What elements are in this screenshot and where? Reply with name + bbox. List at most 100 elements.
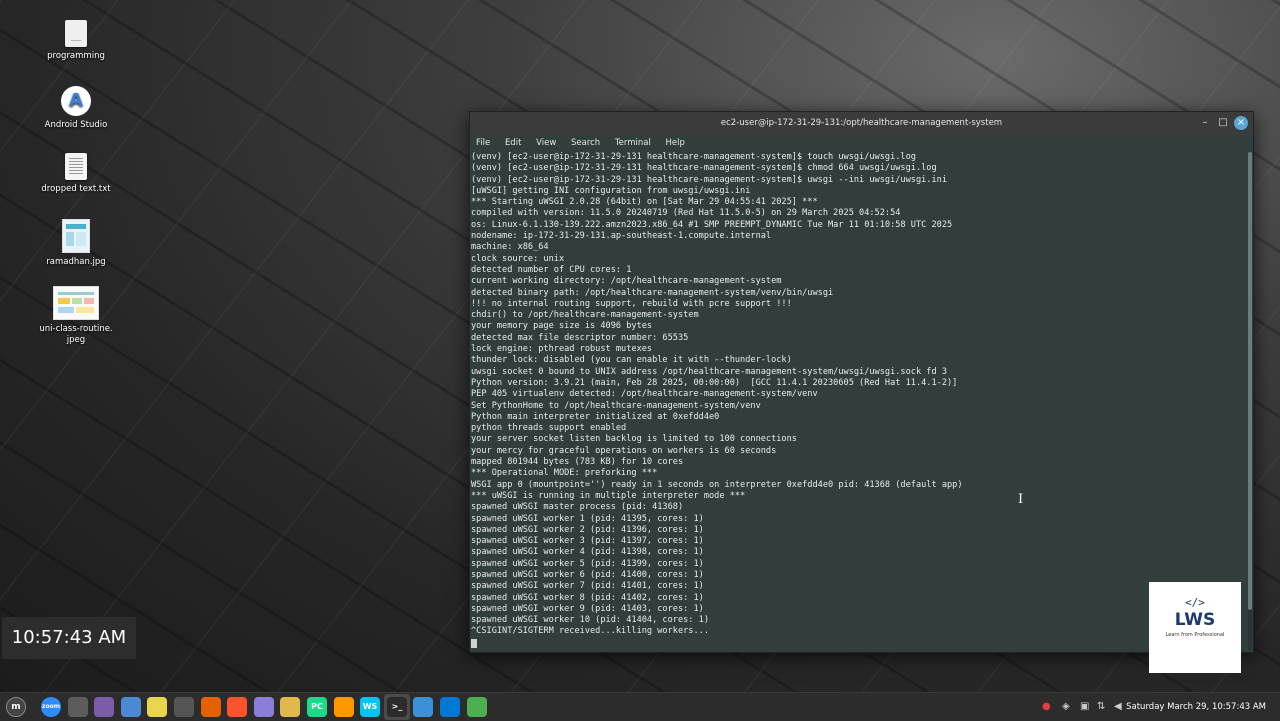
- terminal-titlebar[interactable]: ec2-user@ip-172-31-29-131:/opt/healthcar…: [470, 112, 1253, 134]
- terminal-line: thunder lock: disabled (you can enable i…: [471, 355, 792, 366]
- terminal-line: machine: x86_64: [471, 242, 549, 253]
- desktop-icon-label: dropped text.txt: [41, 184, 111, 194]
- terminal-line: os: Linux-6.1.130-139.222.amzn2023.x86_6…: [471, 219, 953, 230]
- desktop-icon-uni-class-routine[interactable]: uni-class-routine. jpeg: [31, 286, 121, 346]
- terminal-line: *** Operational MODE: preforking ***: [471, 468, 658, 479]
- terminal-line: spawned uWSGI worker 2 (pid: 41396, core…: [471, 524, 704, 535]
- terminal-line: Python version: 3.9.21 (main, Feb 28 202…: [471, 377, 958, 388]
- terminal-lines: (venv) [ec2-user@ip-172-31-29-131 health…: [471, 152, 1246, 638]
- menu-file[interactable]: File: [476, 138, 490, 148]
- media-icon[interactable]: [94, 697, 114, 717]
- terminal-line: Python main interpreter initialized at 0…: [471, 411, 720, 422]
- screen-record-icon[interactable]: ●: [1042, 700, 1051, 714]
- terminal-cursor: [471, 638, 477, 648]
- terminal-line: your server socket listen backlog is lim…: [471, 434, 797, 445]
- webstorm-icon[interactable]: WS: [360, 697, 380, 717]
- zoom-icon[interactable]: zoom: [41, 697, 61, 717]
- terminal-line: WSGI app 0 (mountpoint='') ready in 1 se…: [471, 479, 963, 490]
- maximize-icon[interactable]: □: [1216, 116, 1230, 130]
- kde-connect-icon[interactable]: [413, 697, 433, 717]
- desktop-icon-android-studio[interactable]: A Android Studio: [31, 86, 121, 131]
- lws-logo-text: LWS: [1174, 610, 1216, 630]
- firefox-icon[interactable]: [201, 697, 221, 717]
- shield-icon[interactable]: ◈: [1062, 700, 1070, 714]
- terminal-line: (venv) [ec2-user@ip-172-31-29-131 health…: [471, 152, 916, 162]
- brave-icon[interactable]: [227, 697, 247, 717]
- folder-file-icon: [65, 20, 87, 47]
- terminal-line: !!! no internal routing support, rebuild…: [471, 298, 792, 309]
- desktop-icon-label: Android Studio: [44, 120, 108, 130]
- desktop-clock: 10:57:43 AM: [2, 617, 136, 659]
- desktop-icon-dropped-text[interactable]: dropped text.txt: [31, 153, 121, 195]
- terminal-line: spawned uWSGI worker 8 (pid: 41402, core…: [471, 592, 704, 603]
- menu-view[interactable]: View: [536, 138, 556, 148]
- terminal-menubar: File Edit View Search Terminal Help: [470, 134, 1253, 152]
- window-title: ec2-user@ip-172-31-29-131:/opt/healthcar…: [720, 118, 1003, 128]
- terminal-line: PEP 405 virtualenv detected: /opt/health…: [471, 389, 818, 400]
- terminal-output[interactable]: (venv) [ec2-user@ip-172-31-29-131 health…: [471, 152, 1246, 650]
- clipboard-icon[interactable]: ▣: [1080, 700, 1089, 714]
- terminal-line: spawned uWSGI worker 5 (pid: 41399, core…: [471, 558, 704, 569]
- terminal-line: (venv) [ec2-user@ip-172-31-29-131 health…: [471, 174, 947, 185]
- taskbar: m zoom PC WS >_ ● ◈ ▣ ⇅ ◀ Saturday March 29…: [0, 692, 1280, 721]
- terminal-line: [uWSGI] getting INI configuration from u…: [471, 185, 751, 196]
- terminal-line: ^CSIGINT/SIGTERM received...killing work…: [471, 626, 709, 637]
- terminal-line: python threads support enabled: [471, 423, 627, 434]
- terminal-line: clock source: unix: [471, 253, 565, 264]
- terminal-line: spawned uWSGI worker 3 (pid: 41397, core…: [471, 536, 704, 547]
- calculator-icon[interactable]: [174, 697, 194, 717]
- desktop-icon-label: uni-class-routine. jpeg: [39, 324, 113, 345]
- terminal-scrollbar[interactable]: [1248, 152, 1252, 650]
- minimize-icon[interactable]: –: [1198, 116, 1212, 130]
- text-cursor-icon: I: [1018, 492, 1024, 507]
- terminal-line: detected number of CPU cores: 1: [471, 264, 632, 275]
- terminal-line: current working directory: /opt/healthca…: [471, 276, 782, 287]
- notes-icon[interactable]: [254, 697, 274, 717]
- text-file-icon: [65, 153, 87, 180]
- desktop-icon-ramadhan[interactable]: ramadhan.jpg: [31, 219, 121, 268]
- terminal-line: spawned uWSGI worker 1 (pid: 41395, core…: [471, 513, 704, 524]
- terminal-line: spawned uWSGI worker 7 (pid: 41401, core…: [471, 581, 704, 592]
- terminal-line: spawned uWSGI master process (pid: 41368…: [471, 502, 684, 513]
- files-icon[interactable]: [280, 697, 300, 717]
- terminal-line: (venv) [ec2-user@ip-172-31-29-131 health…: [471, 163, 937, 174]
- terminal-icon[interactable]: >_: [387, 697, 407, 717]
- terminal-line: spawned uWSGI worker 4 (pid: 41398, core…: [471, 547, 704, 558]
- terminal-line: nodename: ip-172-31-29-131.ap-southeast-…: [471, 231, 772, 242]
- app-grid-icon[interactable]: [68, 697, 88, 717]
- camera-icon[interactable]: [121, 697, 141, 717]
- vscode-icon[interactable]: [440, 697, 460, 717]
- code-brackets-icon: </>: [1185, 596, 1205, 609]
- terminal-line: compiled with version: 11.5.0 20240719 (…: [471, 208, 901, 219]
- sublime-icon[interactable]: [334, 697, 354, 717]
- sticky-notes-icon[interactable]: [147, 697, 167, 717]
- menu-search[interactable]: Search: [571, 138, 600, 148]
- scrollbar-thumb[interactable]: [1248, 152, 1252, 610]
- terminal-line: spawned uWSGI worker 9 (pid: 41403, core…: [471, 603, 704, 614]
- network-icon[interactable]: ⇅: [1097, 700, 1105, 714]
- desktop-icon-label: programming: [47, 51, 105, 61]
- lws-watermark: </> LWS Learn from Professional: [1149, 582, 1241, 673]
- menu-help[interactable]: Help: [666, 138, 685, 148]
- terminal-line: detected binary path: /opt/healthcare-ma…: [471, 287, 834, 298]
- terminal-line: detected max file descriptor number: 655…: [471, 332, 689, 343]
- lws-tagline: Learn from Professional: [1165, 632, 1225, 638]
- menu-terminal[interactable]: Terminal: [615, 138, 651, 148]
- volume-icon[interactable]: ◀: [1114, 700, 1122, 714]
- taskbar-datetime[interactable]: Saturday March 29, 10:57:43 AM: [1126, 693, 1266, 721]
- android-studio-icon: A: [61, 86, 91, 116]
- terminal-line: lock engine: pthread robust mutexes: [471, 344, 653, 355]
- terminal-line: spawned uWSGI worker 10 (pid: 41404, cor…: [471, 615, 709, 626]
- pycharm-icon[interactable]: PC: [307, 697, 327, 717]
- terminal-line: *** Starting uWSGI 2.0.28 (64bit) on [Sa…: [471, 197, 818, 208]
- image-thumbnail-icon: [53, 286, 99, 320]
- terminal-line: mapped 801944 bytes (783 KB) for 10 core…: [471, 457, 684, 468]
- chrome-icon[interactable]: [467, 697, 487, 717]
- terminal-line: chdir() to /opt/healthcare-management-sy…: [471, 310, 699, 321]
- desktop-icon-programming[interactable]: programming: [31, 20, 121, 62]
- start-menu-icon[interactable]: m: [6, 697, 26, 717]
- terminal-window[interactable]: ec2-user@ip-172-31-29-131:/opt/healthcar…: [469, 111, 1254, 653]
- close-icon[interactable]: ×: [1234, 116, 1248, 130]
- image-thumbnail-icon: [62, 219, 90, 253]
- menu-edit[interactable]: Edit: [505, 138, 521, 148]
